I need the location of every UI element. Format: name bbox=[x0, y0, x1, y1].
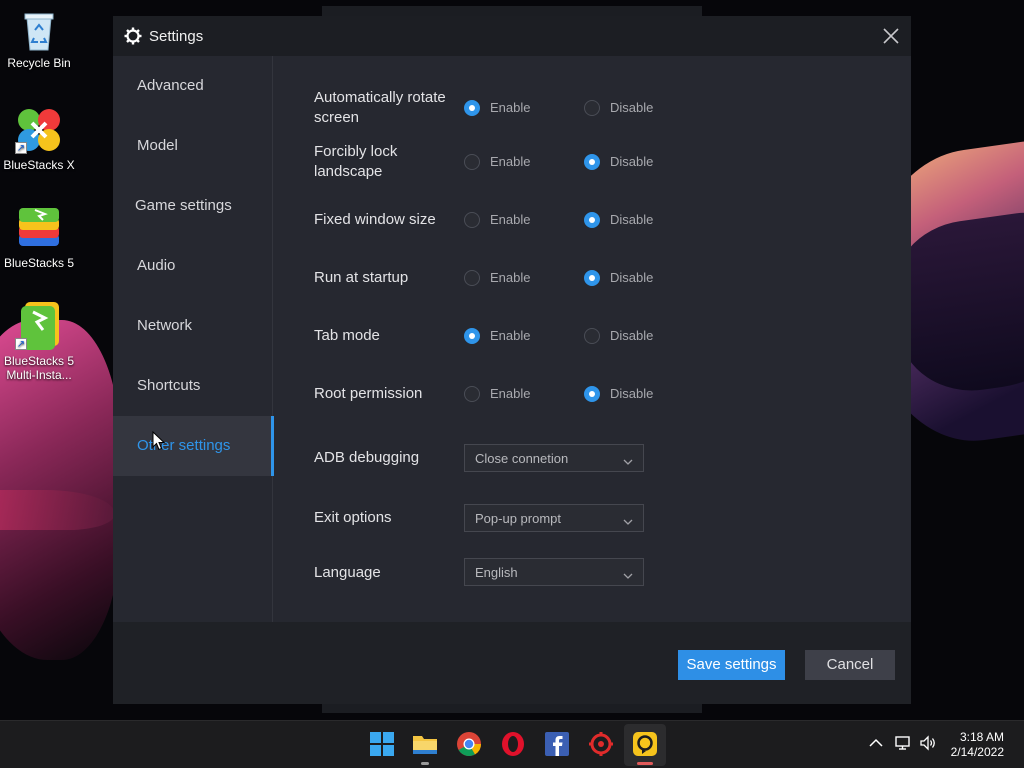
select-value: Pop-up prompt bbox=[475, 511, 561, 526]
setting-label-tab-mode: Tab mode bbox=[314, 327, 380, 344]
sidebar-item-model[interactable]: Model bbox=[113, 116, 273, 176]
setting-label-force-landscape: Forcibly lock landscape bbox=[314, 143, 398, 180]
chrome-icon[interactable] bbox=[455, 730, 483, 758]
gear-icon bbox=[124, 27, 142, 45]
cancel-button[interactable]: Cancel bbox=[805, 650, 895, 680]
active-app-indicator bbox=[637, 762, 653, 765]
radio-fixed-window-enable[interactable]: Enable bbox=[464, 210, 574, 230]
language-select[interactable]: English bbox=[464, 558, 644, 586]
chevron-down-icon bbox=[623, 514, 633, 525]
radio-tab-mode-enable[interactable]: Enable bbox=[464, 326, 574, 346]
sidebar-item-network[interactable]: Network bbox=[113, 296, 273, 356]
sidebar-item-other-settings[interactable]: Other settings bbox=[113, 416, 274, 476]
bluestacks-multi-instance-icon: ↗ bbox=[15, 302, 63, 350]
chevron-up-icon[interactable] bbox=[866, 733, 886, 753]
desktop-icon-recycle-bin[interactable]: Recycle Bin bbox=[2, 8, 76, 70]
exit-options-select[interactable]: Pop-up prompt bbox=[464, 504, 644, 532]
taskbar: 3:18 AM 2/14/2022 bbox=[0, 720, 1024, 768]
desktop-icon-bluestacks-x[interactable]: ↗ BlueStacks X bbox=[2, 106, 76, 172]
window-footer: Save settings Cancel bbox=[113, 622, 911, 704]
ldplayer-icon[interactable] bbox=[631, 730, 659, 758]
settings-window: Settings Advanced Model Game settings Au… bbox=[113, 16, 911, 704]
desktop-icon-label: Recycle Bin bbox=[7, 56, 71, 70]
chevron-down-icon bbox=[623, 454, 633, 465]
opera-icon[interactable] bbox=[499, 730, 527, 758]
background-window-edge-bottom bbox=[322, 703, 702, 713]
setting-label-language: Language bbox=[314, 564, 381, 581]
sidebar-item-advanced[interactable]: Advanced bbox=[113, 56, 273, 116]
window-titlebar[interactable]: Settings bbox=[113, 16, 911, 56]
facebook-icon[interactable] bbox=[543, 730, 571, 758]
radio-force-landscape-disable[interactable]: Disable bbox=[584, 152, 694, 172]
select-value: Close connetion bbox=[475, 451, 569, 466]
chevron-down-icon bbox=[623, 568, 633, 579]
shortcut-arrow-icon: ↗ bbox=[15, 338, 27, 350]
radio-run-startup-enable[interactable]: Enable bbox=[464, 268, 574, 288]
radio-tab-mode-disable[interactable]: Disable bbox=[584, 326, 694, 346]
radio-root-permission-enable[interactable]: Enable bbox=[464, 384, 574, 404]
radio-root-permission-disable[interactable]: Disable bbox=[584, 384, 694, 404]
shortcut-arrow-icon: ↗ bbox=[15, 142, 27, 154]
window-title: Settings bbox=[149, 28, 204, 45]
settings-content: Automatically rotate screen Enable Disab… bbox=[274, 56, 911, 622]
sidebar-item-shortcuts[interactable]: Shortcuts bbox=[113, 356, 273, 416]
setting-label-auto-rotate: Automatically rotate screen bbox=[314, 89, 446, 126]
select-value: English bbox=[475, 565, 518, 580]
clock-time: 3:18 AM bbox=[959, 730, 1004, 744]
radio-fixed-window-disable[interactable]: Disable bbox=[584, 210, 694, 230]
adb-debugging-select[interactable]: Close connetion bbox=[464, 444, 644, 472]
bluestacks-x-icon: ↗ bbox=[15, 106, 63, 154]
radio-auto-rotate-disable[interactable]: Disable bbox=[584, 98, 694, 118]
close-icon[interactable] bbox=[879, 24, 903, 48]
network-icon[interactable] bbox=[893, 733, 913, 753]
setting-label-fixed-window: Fixed window size bbox=[314, 211, 436, 228]
volume-icon[interactable] bbox=[918, 733, 938, 753]
sidebar-item-audio[interactable]: Audio bbox=[113, 236, 273, 296]
setting-label-exit: Exit options bbox=[314, 509, 392, 526]
desktop-icon-label: BlueStacks 5 bbox=[3, 256, 75, 270]
desktop-icon-bluestacks-multi-instance[interactable]: ↗ BlueStacks 5 Multi-Insta... bbox=[2, 302, 76, 382]
red-gear-app-icon[interactable] bbox=[587, 730, 615, 758]
clock-date: 2/14/2022 bbox=[950, 745, 1004, 759]
save-settings-button[interactable]: Save settings bbox=[678, 650, 785, 680]
setting-label-adb: ADB debugging bbox=[314, 449, 420, 466]
running-indicator bbox=[421, 762, 429, 765]
desktop-icon-label: BlueStacks 5 Multi-Insta... bbox=[3, 354, 75, 382]
taskbar-clock[interactable]: 3:18 AM 2/14/2022 bbox=[951, 730, 1004, 760]
sidebar-item-game-settings[interactable]: Game settings bbox=[113, 176, 273, 236]
desktop-icon-label: BlueStacks X bbox=[3, 158, 75, 172]
radio-auto-rotate-enable[interactable]: Enable bbox=[464, 98, 574, 118]
desktop-icon-bluestacks-5[interactable]: BlueStacks 5 bbox=[2, 204, 76, 270]
mouse-cursor-icon bbox=[152, 430, 166, 451]
radio-force-landscape-enable[interactable]: Enable bbox=[464, 152, 574, 172]
bluestacks-5-icon bbox=[15, 204, 63, 252]
settings-sidebar: Advanced Model Game settings Audio Netwo… bbox=[113, 56, 274, 622]
recycle-bin-icon bbox=[19, 8, 59, 52]
setting-label-root-permission: Root permission bbox=[314, 385, 423, 402]
setting-label-run-startup: Run at startup bbox=[314, 269, 409, 286]
file-explorer-icon[interactable] bbox=[411, 730, 439, 758]
start-button-windows-icon[interactable] bbox=[368, 730, 396, 758]
radio-run-startup-disable[interactable]: Disable bbox=[584, 268, 694, 288]
